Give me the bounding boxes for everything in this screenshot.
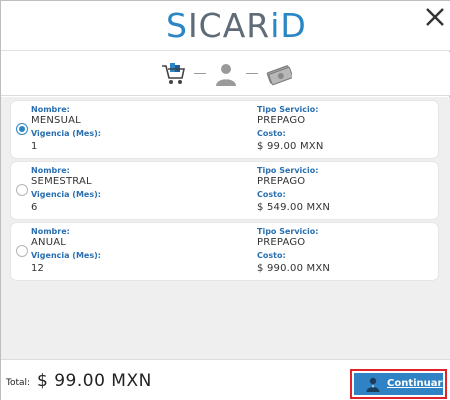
close-icon [426,8,444,26]
tipo-servicio-value: PREPAGO [257,115,306,126]
tipo-servicio-label: Tipo Servicio: [257,227,319,236]
costo-label: Costo: [257,251,286,260]
plan-radio[interactable] [16,245,28,257]
close-button[interactable] [422,4,448,30]
user-icon [366,377,380,392]
tipo-servicio-label: Tipo Servicio: [257,166,319,175]
costo-value: $ 549.00 MXN [257,202,331,213]
nombre-label: Nombre: [31,105,70,114]
header: SICARiD [1,1,450,51]
costo-label: Costo: [257,129,286,138]
vigencia-label: Vigencia (Mes): [31,251,101,260]
step-separator [194,73,206,74]
steps-bar [1,52,450,96]
plan-radio[interactable] [16,123,28,135]
continue-button[interactable]: Continuar [350,369,447,399]
step-separator [246,73,258,74]
shopping-cart-icon [161,61,187,87]
plans-list: Nombre: MENSUAL Vigencia (Mes): 1 Tipo S… [1,97,450,359]
costo-label: Costo: [257,190,286,199]
nombre-value: ANUAL [31,237,67,248]
footer: Total: $ 99.00 MXN Continuar [1,359,450,400]
vigencia-label: Vigencia (Mes): [31,190,101,199]
money-icon [266,61,294,87]
tipo-servicio-value: PREPAGO [257,237,306,248]
vigencia-value: 12 [31,263,45,274]
dialog-window: SICARiD Nombre: MENSUAL Vigencia (Mes): … [0,0,450,400]
nombre-value: MENSUAL [31,115,81,126]
user-icon [213,61,239,87]
total-value: $ 99.00 MXN [37,371,152,391]
costo-value: $ 990.00 MXN [257,263,331,274]
nombre-label: Nombre: [31,227,70,236]
tipo-servicio-value: PREPAGO [257,176,306,187]
vigencia-value: 1 [31,141,38,152]
plan-card-anual[interactable]: Nombre: ANUAL Vigencia (Mes): 12 Tipo Se… [11,223,438,280]
nombre-label: Nombre: [31,166,70,175]
costo-value: $ 99.00 MXN [257,141,324,152]
plan-card-semestral[interactable]: Nombre: SEMESTRAL Vigencia (Mes): 6 Tipo… [11,162,438,219]
plan-radio[interactable] [16,184,28,196]
sicarid-logo: SICARiD [166,6,307,45]
nombre-value: SEMESTRAL [31,176,92,187]
plan-card-mensual[interactable]: Nombre: MENSUAL Vigencia (Mes): 1 Tipo S… [11,101,438,158]
tipo-servicio-label: Tipo Servicio: [257,105,319,114]
vigencia-label: Vigencia (Mes): [31,129,101,138]
total-label: Total: [6,378,31,388]
vigencia-value: 6 [31,202,38,213]
continue-label: Continuar [387,378,443,389]
